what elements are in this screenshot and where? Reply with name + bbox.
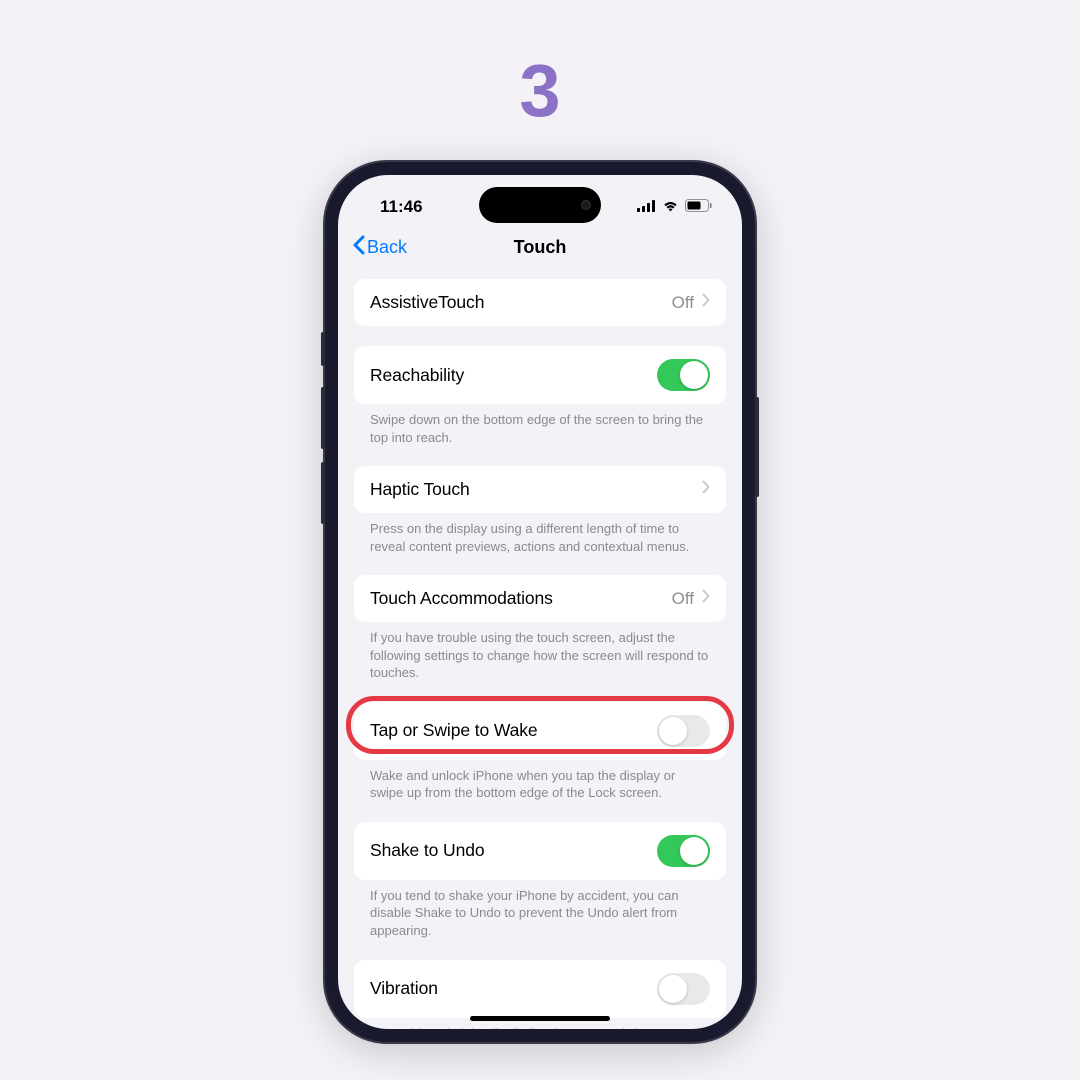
chevron-right-icon	[702, 293, 710, 312]
row-value: Off	[672, 589, 694, 609]
row-label: Reachability	[370, 365, 464, 386]
step-number-badge: 3	[519, 48, 560, 133]
footer-text: Press on the display using a different l…	[354, 513, 726, 555]
row-vibration[interactable]: Vibration	[354, 960, 726, 1018]
row-value: Off	[672, 293, 694, 313]
nav-bar: Back Touch	[338, 225, 742, 271]
status-time: 11:46	[380, 197, 423, 217]
footer-text: If you have trouble using the touch scre…	[354, 622, 726, 682]
row-label: Shake to Undo	[370, 840, 484, 861]
wifi-icon	[662, 197, 679, 217]
footer-text: Wake and unlock iPhone when you tap the …	[354, 760, 726, 802]
row-assistivetouch[interactable]: AssistiveTouch Off	[354, 279, 726, 326]
toggle-vibration[interactable]	[657, 973, 710, 1005]
row-reachability[interactable]: Reachability	[354, 346, 726, 404]
phone-side-button	[755, 397, 759, 497]
page-title: Touch	[514, 237, 567, 258]
row-touch-accommodations[interactable]: Touch Accommodations Off	[354, 575, 726, 622]
cellular-icon	[637, 197, 656, 217]
footer-text: Swipe down on the bottom edge of the scr…	[354, 404, 726, 446]
phone-side-button	[321, 462, 325, 524]
phone-side-button	[321, 332, 325, 366]
chevron-right-icon	[702, 480, 710, 499]
back-button[interactable]: Back	[352, 235, 407, 260]
dynamic-island	[479, 187, 601, 223]
row-label: AssistiveTouch	[370, 292, 484, 313]
phone-frame: 11:46 Back Touch	[325, 162, 755, 1042]
row-label: Haptic Touch	[370, 479, 470, 500]
battery-icon	[685, 197, 712, 217]
row-label: Touch Accommodations	[370, 588, 553, 609]
chevron-left-icon	[352, 235, 365, 260]
chevron-right-icon	[702, 589, 710, 608]
footer-text: If you tend to shake your iPhone by acci…	[354, 880, 726, 940]
toggle-tap-swipe-wake[interactable]	[657, 715, 710, 747]
phone-screen: 11:46 Back Touch	[338, 175, 742, 1029]
home-indicator[interactable]	[470, 1016, 610, 1021]
row-tap-swipe-wake[interactable]: Tap or Swipe to Wake	[354, 702, 726, 760]
toggle-shake-undo[interactable]	[657, 835, 710, 867]
camera-dot-icon	[581, 200, 591, 210]
row-label: Tap or Swipe to Wake	[370, 720, 538, 741]
row-label: Vibration	[370, 978, 438, 999]
row-shake-undo[interactable]: Shake to Undo	[354, 822, 726, 880]
toggle-reachability[interactable]	[657, 359, 710, 391]
phone-side-button	[321, 387, 325, 449]
back-label: Back	[367, 237, 407, 258]
row-haptic-touch[interactable]: Haptic Touch	[354, 466, 726, 513]
